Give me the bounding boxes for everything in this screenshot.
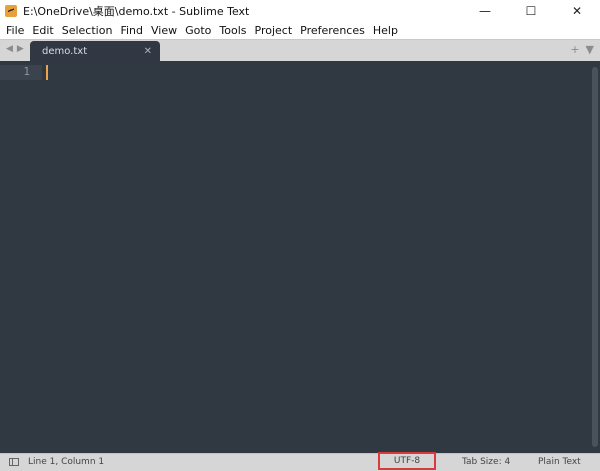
file-encoding[interactable]: UTF-8 (378, 452, 436, 470)
menu-selection[interactable]: Selection (58, 24, 117, 37)
sidebar-toggle-icon[interactable] (9, 458, 19, 466)
sublime-text-app-icon (5, 5, 17, 17)
menu-find[interactable]: Find (116, 24, 147, 37)
line-number: 1 (23, 65, 30, 78)
tab-demo-txt[interactable]: demo.txt ✕ (30, 41, 160, 62)
syntax-mode[interactable]: Plain Text (538, 457, 581, 467)
active-line-highlight: 1 (0, 65, 42, 80)
maximize-button[interactable]: ☐ (508, 0, 554, 22)
line-gutter: 1 (0, 61, 42, 453)
close-window-button[interactable]: ✕ (554, 0, 600, 22)
tab-bar-controls: + ▼ (570, 43, 594, 56)
menu-project[interactable]: Project (251, 24, 297, 37)
menu-file[interactable]: File (2, 24, 28, 37)
menu-edit[interactable]: Edit (28, 24, 57, 37)
menu-view[interactable]: View (147, 24, 181, 37)
menu-preferences[interactable]: Preferences (296, 24, 369, 37)
menu-bar: File Edit Selection Find View Goto Tools… (0, 22, 600, 39)
menu-tools[interactable]: Tools (215, 24, 250, 37)
window-title: E:\OneDrive\桌面\demo.txt - Sublime Text (23, 5, 250, 18)
tab-next-icon[interactable]: ▶ (17, 44, 24, 54)
tab-label: demo.txt (42, 46, 88, 57)
tab-nav-arrows: ◀ ▶ (6, 44, 24, 54)
tab-size[interactable]: Tab Size: 4 (462, 457, 510, 467)
tab-list-dropdown-icon[interactable]: ▼ (586, 43, 594, 56)
tab-bar: ◀ ▶ demo.txt ✕ + ▼ (0, 39, 600, 62)
status-bar: Line 1, Column 1 UTF-8 Tab Size: 4 Plain… (0, 452, 600, 471)
tab-close-icon[interactable]: ✕ (144, 46, 152, 57)
cursor-position: Line 1, Column 1 (28, 457, 105, 467)
scrollbar-thumb[interactable] (592, 67, 598, 447)
menu-goto[interactable]: Goto (181, 24, 215, 37)
new-tab-icon[interactable]: + (570, 43, 579, 56)
title-bar: E:\OneDrive\桌面\demo.txt - Sublime Text —… (0, 0, 600, 22)
minimize-button[interactable]: — (462, 0, 508, 22)
menu-help[interactable]: Help (369, 24, 402, 37)
text-caret (46, 65, 48, 80)
editor-area[interactable]: 1 (0, 61, 600, 453)
tab-prev-icon[interactable]: ◀ (6, 44, 13, 54)
vertical-scrollbar[interactable] (592, 67, 598, 447)
